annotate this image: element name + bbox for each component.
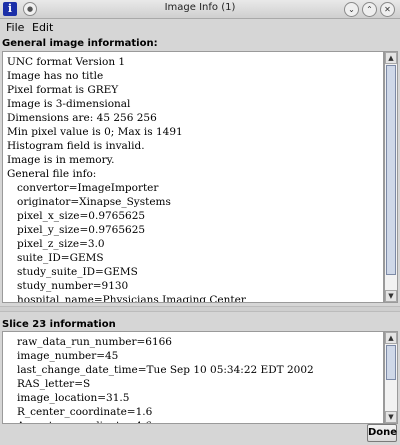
scroll-thumb[interactable] — [386, 345, 396, 380]
slice-section-label: Slice 23 information — [2, 319, 116, 330]
info-line: A_center_coordinate=4.6 — [7, 419, 152, 423]
title-bar[interactable]: i ● Image Info (1) ⌄ ⌃ ✕ — [0, 0, 400, 19]
info-line: General file info: — [7, 168, 97, 180]
window-title: Image Info (1) — [164, 2, 236, 13]
split-pane-divider[interactable] — [0, 306, 400, 312]
scroll-down-icon[interactable]: ▼ — [385, 290, 397, 302]
scroll-thumb[interactable] — [386, 65, 396, 275]
info-line: Dimensions are: 45 256 256 — [7, 112, 157, 124]
info-line: convertor=ImageImporter — [7, 182, 159, 194]
menu-bar: File Edit — [0, 19, 400, 37]
info-line: image_location=31.5 — [7, 392, 130, 404]
slice-scrollbar[interactable]: ▲ ▼ — [384, 331, 398, 424]
scroll-down-icon[interactable]: ▼ — [385, 411, 397, 423]
info-line: UNC format Version 1 — [7, 56, 126, 68]
general-scrollbar[interactable]: ▲ ▼ — [384, 51, 398, 303]
info-line: Min pixel value is 0; Max is 1491 — [7, 126, 183, 138]
general-section-label: General image information: — [2, 38, 158, 49]
info-line: study_number=9130 — [7, 280, 129, 292]
info-line: Histogram field is invalid. — [7, 140, 145, 152]
menu-edit[interactable]: Edit — [32, 21, 53, 34]
info-line: Image has no title — [7, 70, 104, 82]
maximize-icon[interactable]: ⌃ — [362, 2, 377, 17]
info-line: pixel_y_size=0.9765625 — [7, 224, 146, 236]
info-line: last_change_date_time=Tue Sep 10 05:34:2… — [7, 364, 314, 376]
info-line: RAS_letter=S — [7, 378, 91, 390]
info-line: originator=Xinapse_Systems — [7, 196, 171, 208]
scroll-up-icon[interactable]: ▲ — [385, 332, 397, 344]
info-line: pixel_x_size=0.9765625 — [7, 210, 146, 222]
scroll-up-icon[interactable]: ▲ — [385, 52, 397, 64]
info-line: hospital_name=Physicians Imaging Center — [7, 294, 246, 303]
info-line: Pixel format is GREY — [7, 84, 119, 96]
info-line: image_number=45 — [7, 350, 119, 362]
info-line: R_center_coordinate=1.6 — [7, 406, 153, 418]
slice-info-text[interactable]: raw_data_run_number=6166 image_number=45… — [2, 331, 384, 424]
minimize-icon[interactable]: ⌄ — [344, 2, 359, 17]
info-line: suite_ID=GEMS — [7, 252, 104, 264]
general-info-text[interactable]: UNC format Version 1 Image has no title Pi… — [2, 51, 384, 303]
info-line: Image is in memory. — [7, 154, 115, 166]
menu-file[interactable]: File — [6, 21, 24, 34]
info-line: Image is 3-dimensional — [7, 98, 131, 110]
info-line: study_suite_ID=GEMS — [7, 266, 138, 278]
done-button[interactable]: Done — [367, 424, 397, 442]
info-line: pixel_z_size=3.0 — [7, 238, 105, 250]
close-icon[interactable]: ✕ — [380, 2, 395, 17]
info-line: raw_data_run_number=6166 — [7, 336, 172, 348]
